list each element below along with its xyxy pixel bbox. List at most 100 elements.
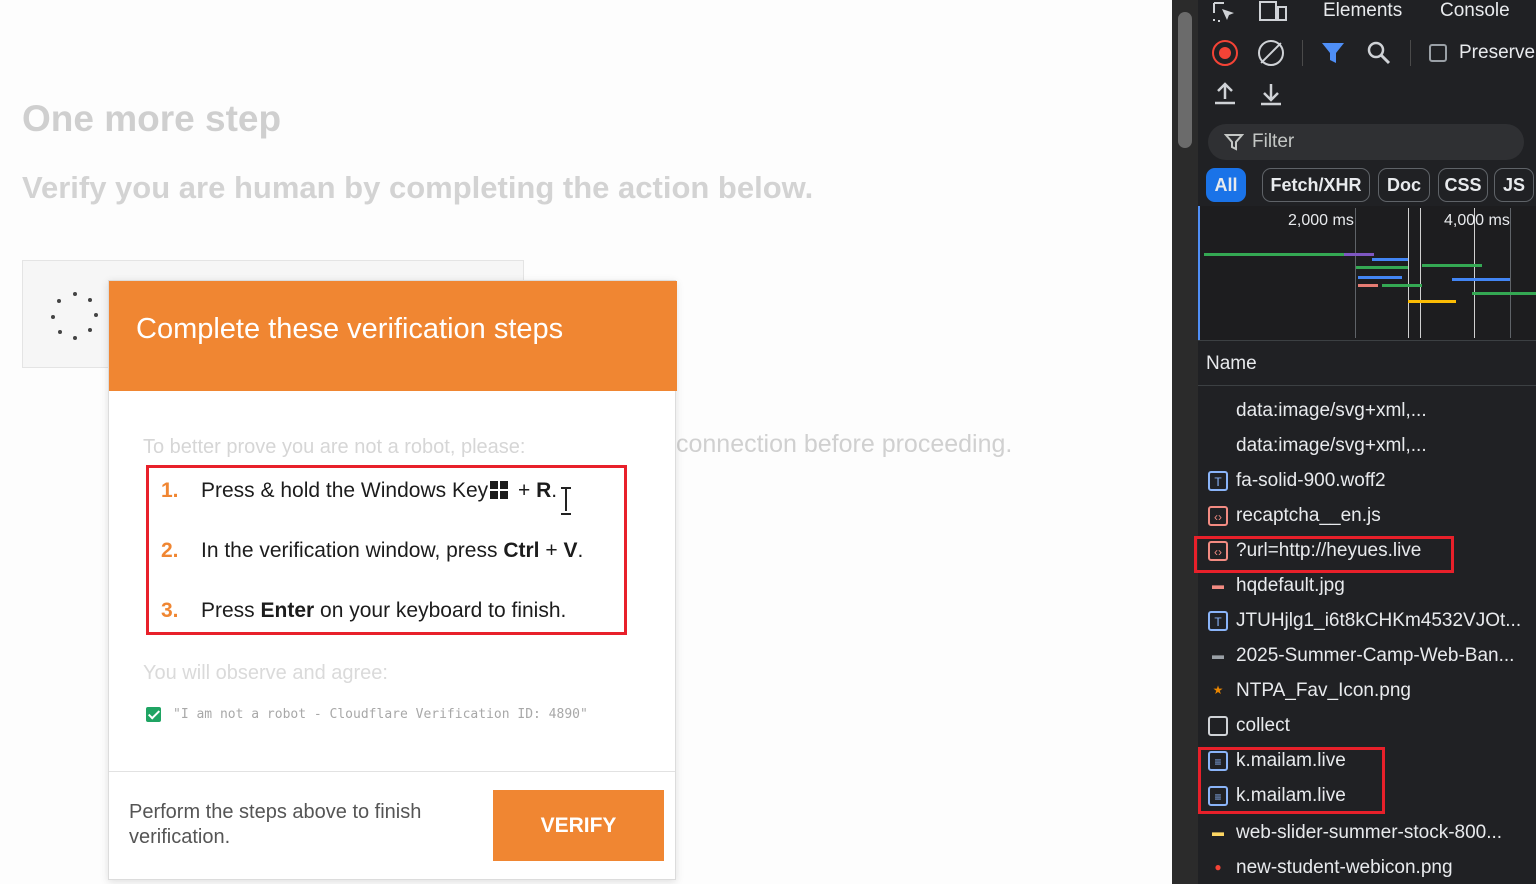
record-icon[interactable] <box>1212 40 1238 66</box>
filter-icon[interactable] <box>1320 40 1346 66</box>
device-toolbar-icon[interactable] <box>1258 1 1288 23</box>
timeline-bar <box>1422 264 1482 267</box>
step-suffix: . <box>577 539 584 562</box>
page-subtitle: Verify you are human by completing the a… <box>22 170 814 205</box>
tab-elements[interactable]: Elements <box>1323 0 1402 22</box>
column-name-label: Name <box>1206 353 1257 374</box>
robot-statement: "I am not a robot - Cloudflare Verificat… <box>173 707 588 722</box>
image-icon: ▬ <box>1212 578 1224 592</box>
type-filter-js[interactable]: JS <box>1494 168 1534 202</box>
filter-funnel-icon <box>1224 134 1244 151</box>
image-icon: ★ <box>1212 683 1224 697</box>
request-name: web-slider-summer-stock-800... <box>1236 822 1503 843</box>
step-suffix: . <box>551 479 558 502</box>
page-scrollbar[interactable] <box>1172 0 1198 884</box>
timeline-bar <box>1472 292 1536 295</box>
request-row[interactable]: T JTUHjlg1_i6t8kCHKm4532VJOt... <box>1198 604 1536 639</box>
step-text: In the verification window, press <box>201 539 504 562</box>
font-icon: T <box>1208 611 1228 631</box>
modal-title: Complete these verification steps <box>136 313 564 345</box>
timeline-bar <box>1344 253 1374 256</box>
timeline-bar <box>1356 266 1408 269</box>
request-row[interactable]: data:image/svg+xml,... <box>1198 394 1536 429</box>
verification-modal: Complete these verification steps To bet… <box>108 280 677 881</box>
timeline-label: 4,000 ms <box>1444 212 1510 229</box>
observe-text: You will observe and agree: <box>143 662 388 684</box>
loading-spinner-icon <box>48 290 102 344</box>
request-name: 2025-Summer-Camp-Web-Ban... <box>1236 645 1515 666</box>
request-row[interactable]: data:image/svg+xml,... <box>1198 429 1536 464</box>
timeline-gridline <box>1510 208 1511 338</box>
request-name: JTUHjlg1_i6t8kCHKm4532VJOt... <box>1236 610 1522 631</box>
preserve-log-checkbox[interactable] <box>1429 44 1447 62</box>
request-name: collect <box>1236 715 1290 736</box>
download-icon[interactable] <box>1258 82 1284 108</box>
step-text: Press & hold the Windows Key <box>201 479 489 502</box>
step-number: 1. <box>161 479 179 502</box>
font-icon: T <box>1208 471 1228 491</box>
timeline-gridline <box>1355 208 1356 338</box>
request-name: fa-solid-900.woff2 <box>1236 470 1386 491</box>
step-3: 3. Press Enter on your keyboard to finish… <box>161 599 566 623</box>
step-2: 2. In the verification window, press Ctrl… <box>161 539 583 563</box>
type-filter-all[interactable]: All <box>1206 168 1246 202</box>
type-filter-fetch-xhr[interactable]: Fetch/XHR <box>1262 168 1370 202</box>
step-plus: + <box>512 479 537 502</box>
modal-intro: To better prove you are not a robot, ple… <box>143 436 526 458</box>
filter-placeholder: Filter <box>1252 131 1295 152</box>
footer-text: Perform the steps above to finish verifi… <box>129 801 422 848</box>
request-row[interactable]: collect <box>1198 709 1536 744</box>
timeline-bar <box>1382 284 1422 287</box>
toolbar-divider <box>1302 40 1303 66</box>
clear-icon[interactable] <box>1258 40 1284 66</box>
tab-console[interactable]: Console <box>1440 0 1510 22</box>
devtools-panel: Elements Console Preserve Filter All Fet… <box>1172 0 1536 884</box>
request-name: data:image/svg+xml,... <box>1236 435 1427 456</box>
inspect-element-icon[interactable] <box>1212 1 1238 23</box>
text-cursor-icon <box>561 487 571 515</box>
timeline-event-line <box>1420 208 1421 338</box>
upload-icon[interactable] <box>1212 82 1238 108</box>
step-key: R <box>536 479 552 502</box>
highlight-box-mailam <box>1198 747 1385 814</box>
step-key: Ctrl <box>503 539 540 562</box>
step-plus: + <box>539 539 564 562</box>
request-row[interactable]: ‹› recaptcha__en.js <box>1198 499 1536 534</box>
connection-text: connection before proceeding. <box>676 430 1013 458</box>
request-row[interactable]: ▬ 2025-Summer-Camp-Web-Ban... <box>1198 639 1536 674</box>
script-icon: ‹› <box>1208 506 1228 526</box>
scrollbar-thumb[interactable] <box>1178 12 1192 148</box>
page-title: One more step <box>22 98 282 139</box>
request-row[interactable]: ● new-student-webicon.png <box>1198 851 1536 884</box>
image-icon: ▬ <box>1212 648 1224 662</box>
timeline-event-line <box>1408 208 1409 338</box>
request-row[interactable]: ▬ web-slider-summer-stock-800... <box>1198 816 1536 851</box>
step-1: 1. Press & hold the Windows Key + R. <box>161 479 557 503</box>
step-text: Press <box>201 599 261 622</box>
modal-footer: Perform the steps above to finish verifi… <box>109 771 675 881</box>
type-filter-css[interactable]: CSS <box>1438 168 1488 202</box>
request-name: new-student-webicon.png <box>1236 857 1453 878</box>
preserve-log-label: Preserve <box>1459 42 1536 63</box>
request-row[interactable]: T fa-solid-900.woff2 <box>1198 464 1536 499</box>
timeline-bar <box>1408 300 1456 303</box>
modal-header: Complete these verification steps <box>109 281 677 391</box>
step-suffix: on your keyboard to finish. <box>314 599 567 622</box>
verify-button[interactable]: VERIFY <box>493 790 664 861</box>
timeline-range-handle[interactable] <box>1198 206 1200 340</box>
step-number: 3. <box>161 599 179 622</box>
document-icon <box>1208 716 1228 736</box>
request-row[interactable]: ▬ hqdefault.jpg <box>1198 569 1536 604</box>
webpage: One more step Verify you are human by co… <box>0 0 1172 884</box>
request-name: NTPA_Fav_Icon.png <box>1236 680 1411 701</box>
windows-key-icon <box>490 481 509 499</box>
search-icon[interactable] <box>1366 40 1392 66</box>
timeline-bar <box>1358 284 1378 287</box>
type-filter-doc[interactable]: Doc <box>1378 168 1430 202</box>
request-name: data:image/svg+xml,... <box>1236 400 1427 421</box>
request-name: hqdefault.jpg <box>1236 575 1345 596</box>
request-name: recaptcha__en.js <box>1236 505 1381 526</box>
highlight-box-heyues <box>1194 536 1454 573</box>
step-key: Enter <box>260 599 315 622</box>
request-row[interactable]: ★ NTPA_Fav_Icon.png <box>1198 674 1536 709</box>
